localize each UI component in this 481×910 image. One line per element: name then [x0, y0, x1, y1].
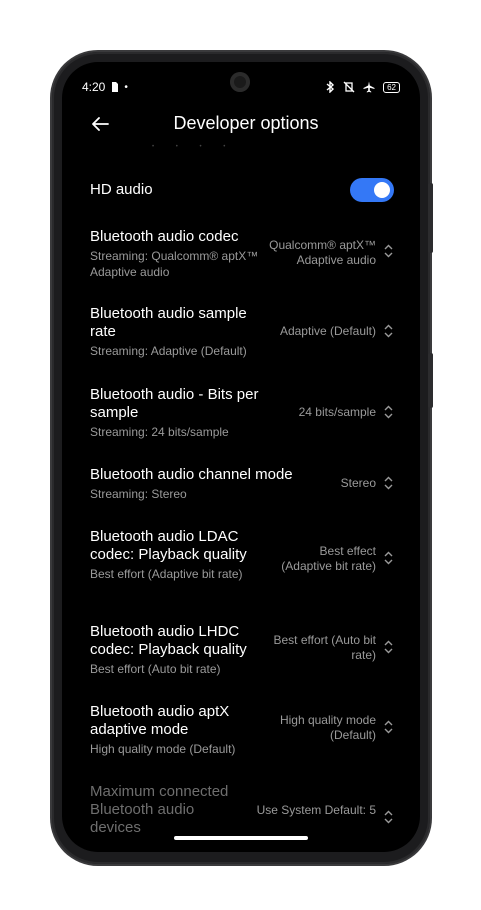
- dropdown-chevron-icon: [384, 476, 393, 490]
- dropdown-chevron-icon: [384, 551, 393, 565]
- setting-title: HD audio: [90, 181, 153, 198]
- dropdown-chevron-icon: [384, 810, 393, 824]
- dropdown-chevron-icon: [384, 244, 393, 258]
- setting-subtitle: Best effort (Adaptive bit rate): [90, 567, 243, 581]
- setting-value: Stereo: [340, 476, 376, 490]
- setting-subtitle: Streaming: Adaptive (Default): [90, 344, 247, 358]
- setting-title: Bluetooth audio codec: [90, 228, 239, 245]
- dropdown-chevron-icon: [384, 405, 393, 419]
- setting-subtitle: Streaming: Stereo: [90, 487, 187, 501]
- setting-value: 24 bits/sample: [298, 405, 376, 419]
- scrolled-divider: • • • •: [152, 144, 236, 150]
- setting-value: Use System Default: 5: [256, 803, 376, 817]
- dropdown-chevron-icon: [384, 640, 393, 654]
- sim-icon: [112, 82, 119, 92]
- app-header: Developer options: [62, 110, 420, 138]
- battery-icon: 62: [383, 81, 400, 93]
- setting-value: Qualcomm® aptX™ Adaptive audio: [269, 238, 376, 267]
- screen: 4:20 • 62 Developer options • • • • HD a…: [62, 62, 420, 852]
- dropdown-chevron-icon: [384, 324, 393, 338]
- setting-bluetooth-audio-codec[interactable]: Bluetooth audio codec Streaming: Qualcom…: [90, 228, 394, 280]
- vibrate-off-icon: [343, 81, 355, 93]
- setting-bluetooth-ldac-quality[interactable]: Bluetooth audio LDAC codec: Playback qua…: [90, 528, 394, 582]
- setting-title: Bluetooth audio LDAC codec: Playback qua…: [90, 528, 247, 563]
- setting-bluetooth-aptx-adaptive-mode[interactable]: Bluetooth audio aptX adaptive mode High …: [90, 703, 394, 757]
- setting-value: Adaptive (Default): [279, 324, 376, 338]
- setting-subtitle: Best effort (Auto bit rate): [90, 662, 221, 676]
- front-camera: [230, 72, 250, 92]
- bluetooth-icon: [326, 81, 335, 93]
- setting-hd-audio[interactable]: HD audio: [90, 176, 394, 204]
- setting-bluetooth-lhdc-quality[interactable]: Bluetooth audio LHDC codec: Playback qua…: [90, 623, 394, 677]
- setting-title: Bluetooth audio LHDC codec: Playback qua…: [90, 623, 247, 658]
- setting-value: High quality mode (Default): [279, 713, 376, 742]
- setting-bluetooth-sample-rate[interactable]: Bluetooth audio sample rate Streaming: A…: [90, 305, 394, 359]
- setting-title: Maximum connected Bluetooth audio device…: [90, 783, 229, 836]
- setting-bluetooth-bits-per-sample[interactable]: Bluetooth audio - Bits per sample Stream…: [90, 386, 394, 440]
- setting-subtitle: Streaming: Qualcomm® aptX™ Adaptive audi…: [90, 249, 259, 279]
- hd-audio-toggle[interactable]: [350, 178, 394, 202]
- power-button: [428, 353, 433, 408]
- dropdown-chevron-icon: [384, 720, 393, 734]
- toggle-knob: [374, 182, 390, 198]
- page-title: Developer options: [173, 113, 319, 133]
- setting-bluetooth-channel-mode[interactable]: Bluetooth audio channel mode Streaming: …: [90, 466, 394, 502]
- setting-value: Best effort (Auto bit rate): [273, 633, 377, 662]
- setting-max-connected-bluetooth-devices[interactable]: Maximum connected Bluetooth audio device…: [90, 783, 394, 837]
- setting-subtitle: High quality mode (Default): [90, 742, 236, 756]
- clock: 4:20: [82, 80, 106, 94]
- airplane-icon: [363, 81, 375, 93]
- setting-value: Best effect (Adaptive bit rate): [281, 544, 376, 573]
- dot-icon: •: [124, 81, 128, 93]
- setting-subtitle: Streaming: 24 bits/sample: [90, 425, 229, 439]
- volume-button: [428, 183, 433, 253]
- setting-title: Bluetooth audio aptX adaptive mode: [90, 703, 230, 738]
- home-indicator[interactable]: [174, 836, 308, 840]
